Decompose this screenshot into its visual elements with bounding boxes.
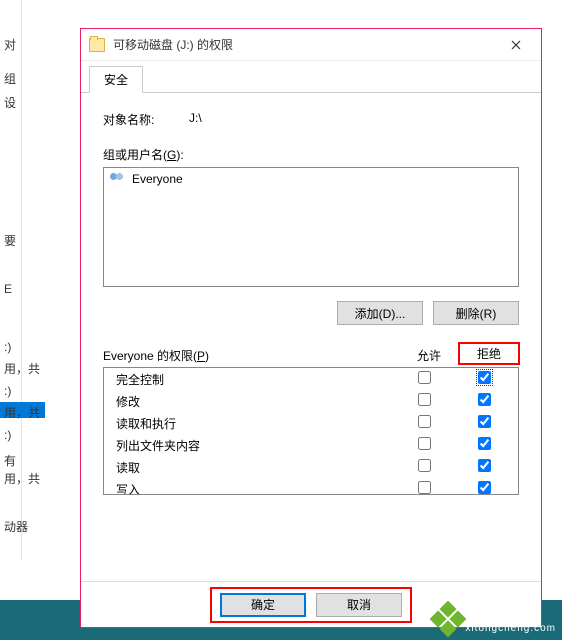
bg-text: 要 (0, 232, 75, 249)
bg-text: 用，共 (0, 470, 75, 487)
users-listbox[interactable]: Everyone (103, 167, 519, 287)
list-item[interactable]: Everyone (106, 170, 516, 188)
permission-row: 读取和执行 (104, 412, 518, 434)
deny-checkbox[interactable] (478, 459, 491, 472)
bg-text: 用，共 (0, 360, 75, 377)
deny-cell (454, 393, 514, 409)
folder-icon (89, 38, 105, 52)
allow-checkbox[interactable] (418, 393, 431, 406)
allow-cell (394, 415, 454, 431)
permission-name: 完全控制 (116, 371, 394, 388)
footer-highlight: 确定 取消 (212, 589, 410, 621)
allow-cell (394, 371, 454, 387)
object-label: 对象名称: (103, 111, 189, 128)
permissions-dialog: 可移动磁盘 (J:) 的权限 安全 对象名称: J:\ 组或用户名(G): Ev… (80, 28, 542, 628)
titlebar: 可移动磁盘 (J:) 的权限 (81, 29, 541, 61)
watermark-logo-icon (430, 601, 467, 638)
bg-text: 动器 (0, 518, 75, 535)
group-users-label: 组或用户名(G): (103, 146, 519, 163)
users-icon (110, 173, 126, 185)
deny-cell (454, 459, 514, 475)
allow-checkbox[interactable] (418, 371, 431, 384)
deny-checkbox[interactable] (478, 371, 491, 384)
object-name-row: 对象名称: J:\ (103, 111, 519, 128)
permission-name: 读取和执行 (116, 415, 394, 432)
add-button[interactable]: 添加(D)... (337, 301, 423, 325)
tab-strip: 安全 (81, 61, 541, 93)
permission-row: 写入 (104, 478, 518, 495)
permission-row: 列出文件夹内容 (104, 434, 518, 456)
close-icon (511, 40, 521, 50)
permission-name: 读取 (116, 459, 394, 476)
tab-security[interactable]: 安全 (89, 66, 143, 93)
bg-text: E (0, 282, 75, 296)
remove-button[interactable]: 删除(R) (433, 301, 519, 325)
deny-cell (454, 481, 514, 495)
permission-name: 修改 (116, 393, 394, 410)
deny-checkbox[interactable] (478, 481, 491, 494)
allow-checkbox[interactable] (418, 481, 431, 494)
deny-cell (454, 415, 514, 431)
cancel-button[interactable]: 取消 (316, 593, 402, 617)
bg-text: :) (0, 384, 75, 398)
deny-cell (454, 437, 514, 453)
permissions-header: Everyone 的权限(P) 允许 拒绝 (103, 343, 519, 364)
ok-button[interactable]: 确定 (220, 593, 306, 617)
permissions-list[interactable]: 完全控制修改读取和执行列出文件夹内容读取写入 (103, 367, 519, 495)
allow-cell (394, 459, 454, 475)
close-button[interactable] (495, 31, 537, 59)
user-name: Everyone (132, 172, 183, 186)
permissions-label: Everyone 的权限(P) (103, 347, 399, 364)
permission-row: 读取 (104, 456, 518, 478)
bg-text: 组 (0, 70, 75, 87)
bg-text: 对 (0, 36, 75, 53)
permission-row: 修改 (104, 390, 518, 412)
dialog-body: 对象名称: J:\ 组或用户名(G): Everyone 添加(D)... 删除… (81, 93, 541, 581)
deny-checkbox[interactable] (478, 393, 491, 406)
watermark-text: 系统城 xitongcheng.com (465, 604, 556, 634)
deny-checkbox[interactable] (478, 437, 491, 450)
allow-cell (394, 437, 454, 453)
allow-checkbox[interactable] (418, 415, 431, 428)
deny-cell (454, 371, 514, 387)
bg-text: :) (0, 428, 75, 442)
permission-name: 写入 (116, 481, 394, 496)
bg-text: 设 (0, 94, 75, 111)
bg-text: 有 (0, 452, 75, 469)
user-buttons: 添加(D)... 删除(R) (103, 301, 519, 325)
deny-checkbox[interactable] (478, 415, 491, 428)
watermark: 系统城 xitongcheng.com (435, 604, 556, 634)
col-deny: 拒绝 (459, 343, 519, 364)
allow-cell (394, 393, 454, 409)
dialog-title: 可移动磁盘 (J:) 的权限 (113, 36, 495, 53)
permission-row: 完全控制 (104, 368, 518, 390)
allow-checkbox[interactable] (418, 437, 431, 450)
permission-name: 列出文件夹内容 (116, 437, 394, 454)
col-allow: 允许 (399, 347, 459, 364)
object-value: J:\ (189, 111, 202, 128)
allow-cell (394, 481, 454, 495)
bg-text: :) (0, 340, 75, 354)
allow-checkbox[interactable] (418, 459, 431, 472)
bg-text: 用，共 (0, 404, 75, 421)
